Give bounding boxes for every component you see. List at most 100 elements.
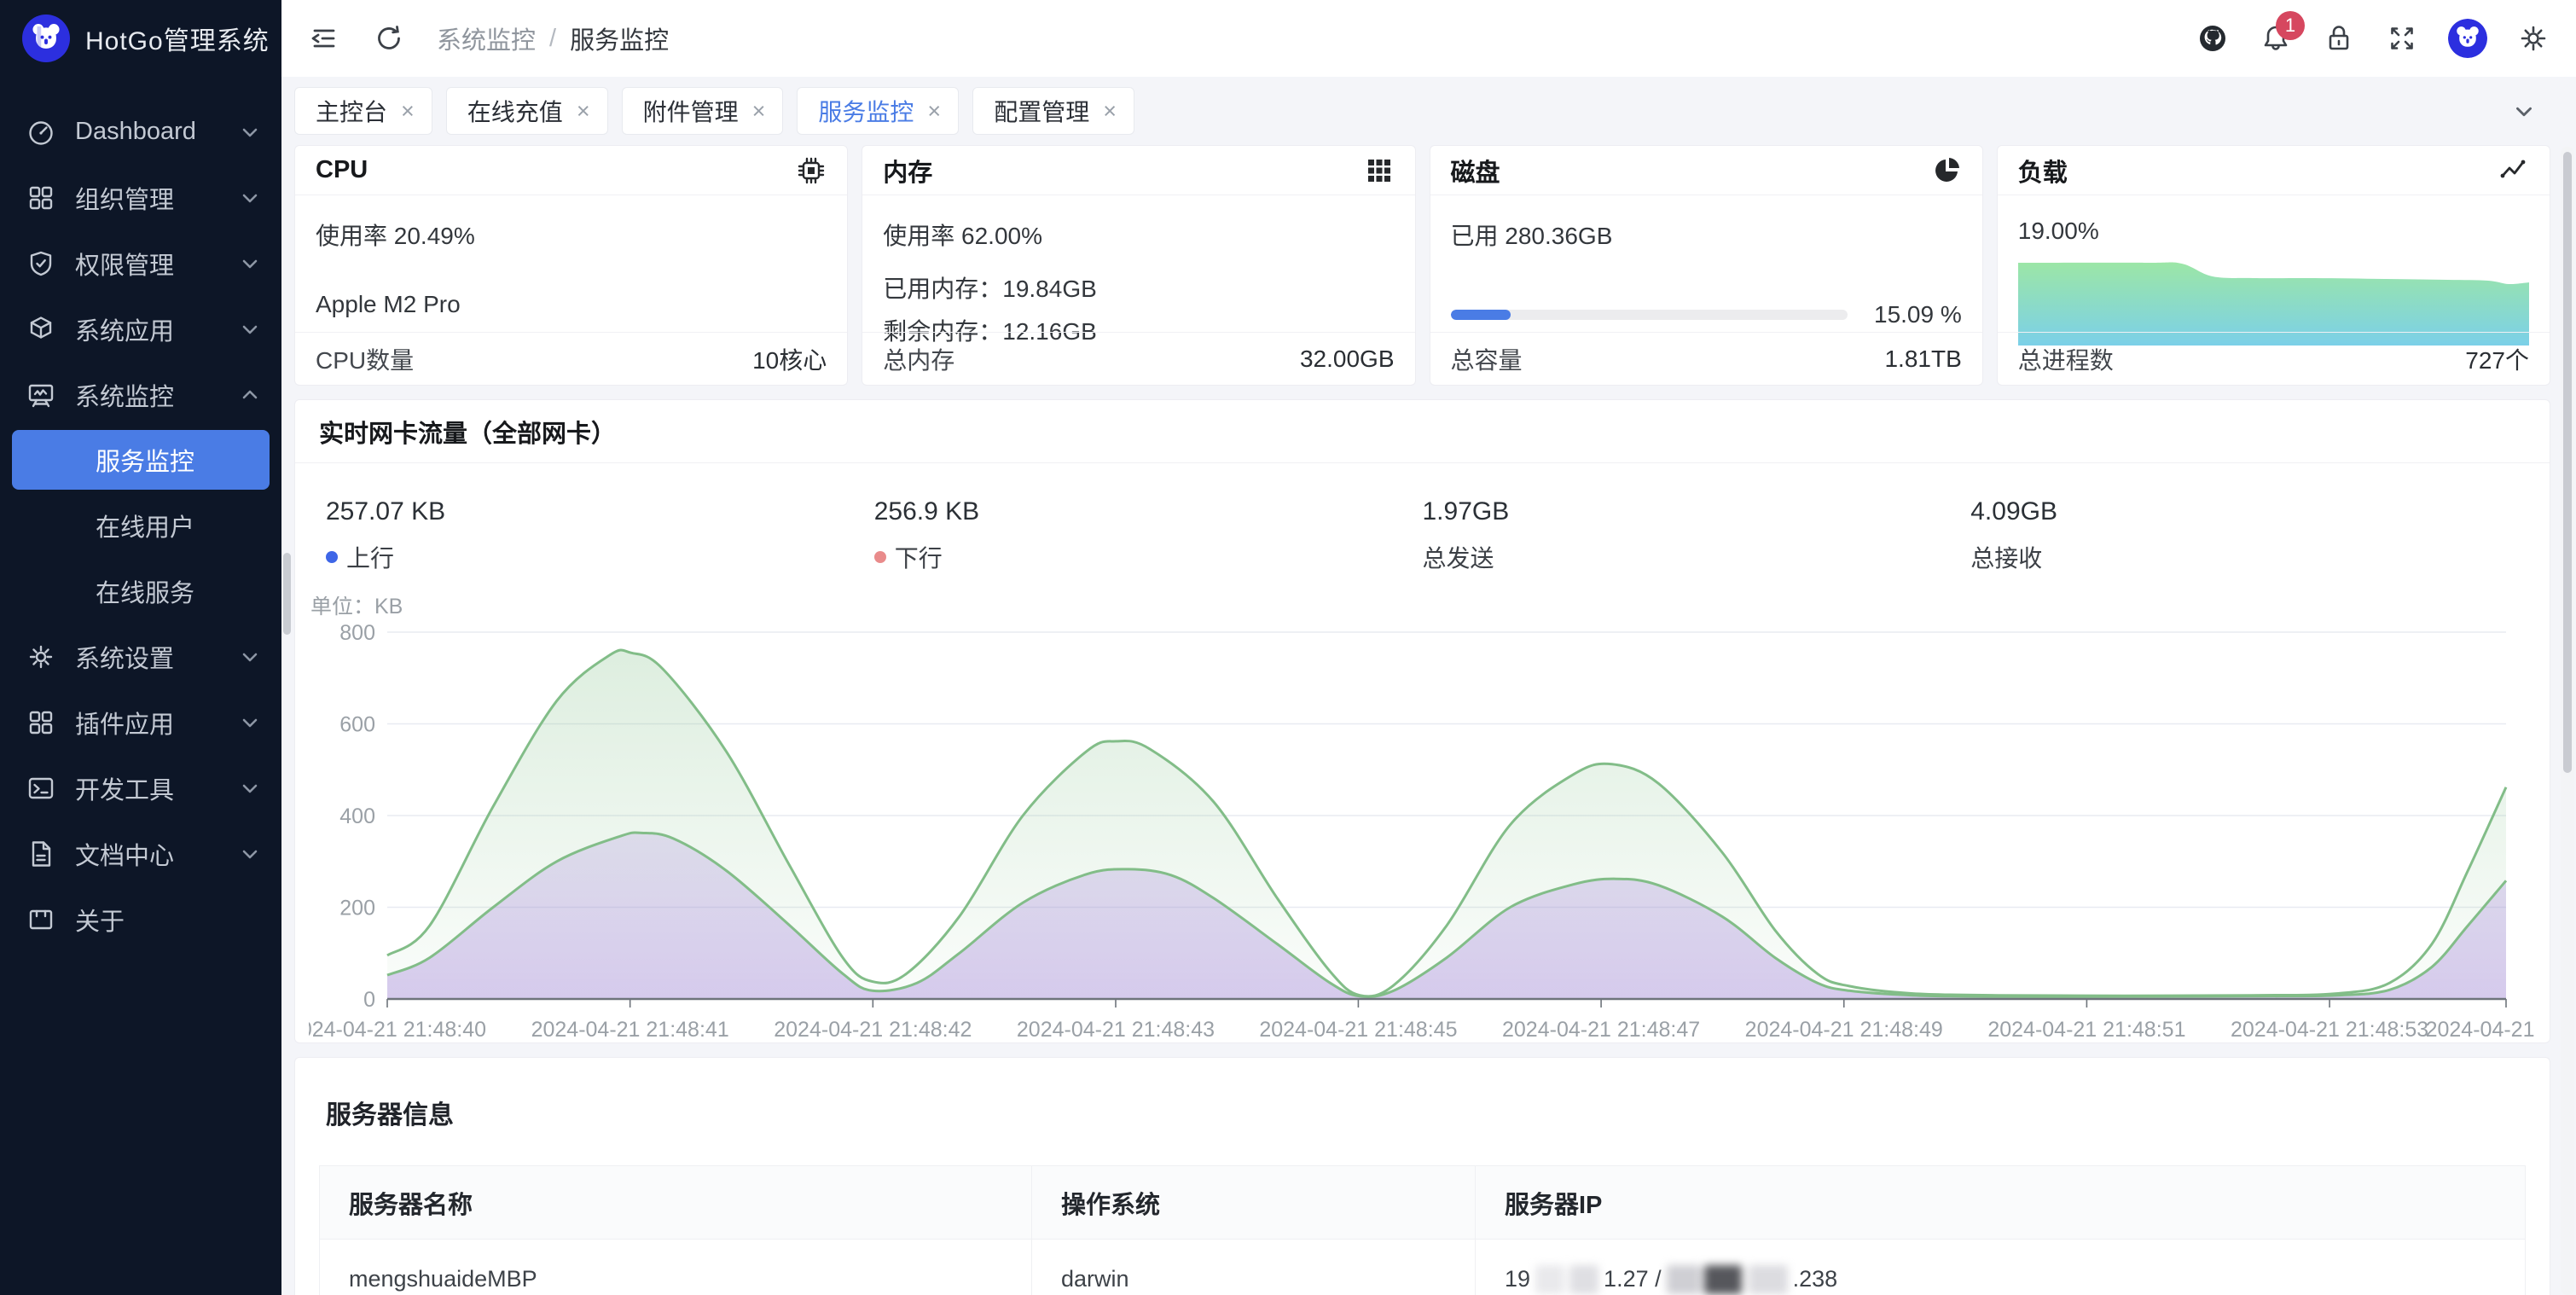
server-name-cell: mengshuaideMBP — [320, 1240, 1032, 1295]
tab-label: 配置管理 — [994, 94, 1089, 128]
svg-text:2024-04-21 21:48:41: 2024-04-21 21:48:41 — [531, 1018, 729, 1042]
topbar-actions: 1 — [2196, 19, 2550, 58]
server-info-table: 服务器名称操作系统服务器IPmengshuaideMBPdarwin191.27… — [319, 1165, 2526, 1295]
svg-text:单位：KB: 单位：KB — [310, 596, 403, 618]
lock-icon[interactable] — [2322, 21, 2356, 55]
breadcrumb: 系统监控 / 服务监控 — [437, 20, 669, 56]
sidebar: HotGo管理系统 Dashboard组织管理权限管理系统应用系统监控服务监控在… — [0, 0, 281, 1295]
tab-在线充值[interactable]: 在线充值 × — [446, 87, 608, 135]
sidebar-subitem-active[interactable]: 服务监控 — [12, 430, 270, 490]
github-icon[interactable] — [2196, 21, 2230, 55]
svg-text:2024-04-21 21:48:43: 2024-04-21 21:48:43 — [1017, 1018, 1215, 1042]
server-ip-cell: 191.27 / .238 — [1476, 1240, 2526, 1295]
table-header-cell: 服务器IP — [1476, 1166, 2526, 1240]
refresh-icon[interactable] — [372, 21, 406, 55]
tab-close-icon[interactable]: × — [752, 100, 766, 123]
sidebar-item-org[interactable]: 组织管理 — [0, 165, 281, 230]
load-card: 负载 19.00% 总进程数 727个 — [1997, 145, 2550, 386]
chevron-down-icon — [239, 843, 261, 865]
network-stat: 4.09GB 总接收 — [1970, 497, 2519, 574]
sidebar-item-sysapp[interactable]: 系统应用 — [0, 296, 281, 362]
document-icon — [26, 839, 56, 869]
network-stats-row: 257.07 KB上行256.9 KB下行1.97GB总发送4.09GB总接收 — [295, 463, 2550, 574]
disk-footer-label: 总容量 — [1451, 342, 1523, 376]
tab-label: 在线充值 — [467, 94, 563, 128]
app-title: HotGo管理系统 — [85, 20, 270, 57]
svg-text:2024-04-21 21:48:47: 2024-04-21 21:48:47 — [1502, 1018, 1700, 1042]
sidebar-item-dashboard[interactable]: Dashboard — [0, 99, 281, 165]
sidebar-item-about[interactable]: 关于 — [0, 886, 281, 952]
server-info-card: 服务器信息 服务器名称操作系统服务器IPmengshuaideMBPdarwin… — [294, 1057, 2550, 1295]
network-stat-label: 总接收 — [1970, 540, 2519, 574]
menu-fold-icon[interactable] — [307, 21, 341, 55]
koala-logo-icon — [22, 15, 70, 62]
network-stat: 256.9 KB 下行 — [874, 497, 1423, 574]
sidebar-item-label: 权限管理 — [75, 246, 174, 282]
network-stat-label-text: 总接收 — [1970, 540, 2042, 574]
table-header-cell: 服务器名称 — [320, 1166, 1032, 1240]
cpu-card-title: CPU — [316, 156, 368, 184]
sidebar-item-perm[interactable]: 权限管理 — [0, 230, 281, 296]
cpu-model: Apple M2 Pro — [316, 291, 827, 318]
tab-options-chevron-down-icon[interactable] — [2509, 97, 2538, 126]
table-header-row: 服务器名称操作系统服务器IP — [320, 1166, 2526, 1240]
disk-used: 已用 280.36GB — [1451, 218, 1962, 252]
sidebar-item-label: 插件应用 — [75, 705, 174, 740]
sidebar-item-label: 组织管理 — [75, 180, 174, 216]
tab-close-icon[interactable]: × — [401, 100, 415, 123]
network-stat-label: 下行 — [874, 540, 1423, 574]
svg-text:0: 0 — [363, 988, 375, 1012]
chevron-down-icon — [239, 711, 261, 734]
tab-close-icon[interactable]: × — [1103, 100, 1117, 123]
chevron-down-icon — [239, 187, 261, 209]
fullscreen-icon[interactable] — [2385, 21, 2419, 55]
redacted-ip-segment — [1535, 1265, 1598, 1294]
svg-text:2024-04-21 21:48:42: 2024-04-21 21:48:42 — [774, 1018, 972, 1042]
sidebar-subitem[interactable]: 在线用户 — [0, 492, 281, 558]
terminal-icon — [26, 773, 56, 804]
network-stat-label-text: 下行 — [895, 540, 943, 574]
app-root: HotGo管理系统 Dashboard组织管理权限管理系统应用系统监控服务监控在… — [0, 0, 2576, 1295]
sidebar-item-plugin[interactable]: 插件应用 — [0, 689, 281, 755]
network-stat-value: 256.9 KB — [874, 497, 1423, 526]
tab-list: 主控台×在线充值×附件管理×服务监控×配置管理× — [294, 87, 1134, 135]
sidebar-item-label: 关于 — [75, 902, 125, 938]
app-logo[interactable]: HotGo管理系统 — [0, 0, 281, 77]
sidebar-item-sysmon[interactable]: 系统监控 — [0, 362, 281, 427]
memory-card: 内存 使用率 62.00% 已用内存：19.84GB 剩余内存：12.16GB … — [862, 145, 1415, 386]
tab-close-icon[interactable]: × — [577, 100, 590, 123]
notifications-button[interactable]: 1 — [2259, 21, 2293, 55]
chevron-up-icon — [239, 384, 261, 406]
sidebar-item-label: 系统设置 — [75, 639, 174, 675]
disk-percent: 15.09 % — [1863, 299, 1962, 330]
grid-icon — [26, 183, 56, 213]
sidebar-item-sysset[interactable]: 系统设置 — [0, 624, 281, 689]
sidebar-subitem[interactable]: 在线服务 — [0, 558, 281, 624]
tab-主控台[interactable]: 主控台 × — [294, 87, 432, 135]
disk-progress-fill — [1451, 310, 1511, 320]
server-os-cell: darwin — [1032, 1240, 1476, 1295]
tab-服务监控[interactable]: 服务监控× — [797, 87, 959, 135]
disk-progress-bar — [1451, 310, 1848, 320]
page-scrollbar-thumb[interactable] — [2563, 152, 2572, 773]
network-stat-value: 1.97GB — [1423, 497, 1971, 526]
svg-text:2024-04-21 21:48:51: 2024-04-21 21:48:51 — [1987, 1018, 2185, 1042]
load-footer-value: 727个 — [2465, 342, 2529, 376]
user-avatar[interactable] — [2448, 19, 2487, 58]
disk-card-title: 磁盘 — [1451, 153, 1500, 189]
table-row: mengshuaideMBPdarwin191.27 / .238 — [320, 1240, 2526, 1295]
breadcrumb-parent[interactable]: 系统监控 — [437, 20, 536, 56]
tab-附件管理[interactable]: 附件管理× — [622, 87, 784, 135]
network-stat-value: 4.09GB — [1970, 497, 2519, 526]
svg-text:800: 800 — [339, 621, 375, 645]
settings-gear-icon[interactable] — [2516, 21, 2550, 55]
sidebar-item-devtool[interactable]: 开发工具 — [0, 755, 281, 821]
tab-label: 主控台 — [316, 94, 387, 128]
legend-dot-icon — [326, 551, 338, 563]
tab-配置管理[interactable]: 配置管理 × — [972, 87, 1134, 135]
sidebar-item-docs[interactable]: 文档中心 — [0, 821, 281, 886]
breadcrumb-current: 服务监控 — [570, 20, 669, 56]
content-scrollbar-thumb[interactable] — [283, 553, 291, 635]
tab-close-icon[interactable]: × — [927, 100, 941, 123]
sidebar-item-label: 文档中心 — [75, 836, 174, 872]
